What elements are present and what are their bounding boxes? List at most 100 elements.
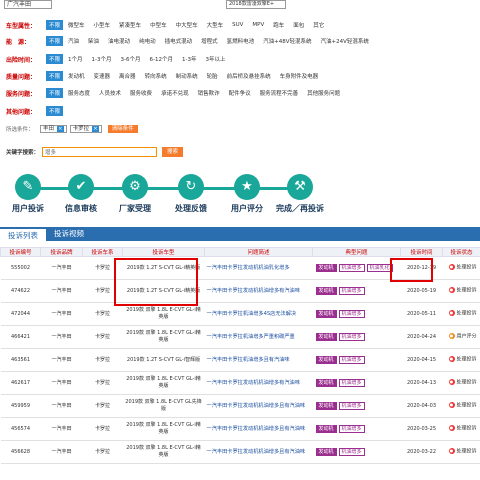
cell-brief-link[interactable]: 一汽丰田卡罗拉机油增多严重积碳严重 <box>204 325 313 349</box>
filter-unlimited-button[interactable]: 不限 <box>46 36 64 46</box>
filter-option[interactable]: MPV <box>252 22 264 28</box>
filter-option[interactable]: 车身附件及电器 <box>280 72 319 80</box>
filter-option[interactable]: 纯电动 <box>139 37 156 45</box>
chip-brand[interactable]: 丰田 × <box>40 125 67 133</box>
issue-tag[interactable]: 机油增多 <box>338 379 365 387</box>
issue-tag[interactable]: 发动机 <box>315 379 337 387</box>
filter-option[interactable]: 汽油 <box>68 37 79 45</box>
keyword-input[interactable]: 增多 <box>42 147 157 157</box>
issue-tag[interactable]: 机油增多 <box>338 333 365 341</box>
issue-tag[interactable]: 机油增多 <box>338 448 365 456</box>
filter-unlimited-button[interactable]: 不限 <box>46 88 64 98</box>
cell-brief-link[interactable]: 一汽丰田卡罗拉发动机机油乳化增多 <box>204 256 313 280</box>
filter-option[interactable]: 油电混动 <box>108 37 130 45</box>
filter-option[interactable]: 发动机 <box>68 72 85 80</box>
issue-tag[interactable]: 发动机 <box>315 287 337 295</box>
brand-select[interactable]: 广汽丰田 <box>4 0 52 9</box>
table-row[interactable]: 459959 一汽丰田 卡罗拉 2019款 双擎 1.8L E-CVT GL先锋版 一汽… <box>0 394 480 418</box>
filter-option[interactable]: 1个月 <box>68 55 83 63</box>
filter-option[interactable]: 1-3年 <box>182 55 196 63</box>
filter-option[interactable]: 1-3个月 <box>92 55 112 63</box>
cell-brief-link[interactable]: 一汽丰田卡罗拉机油增多且有汽油味 <box>204 348 313 372</box>
filter-option[interactable]: 销售欺诈 <box>198 89 220 97</box>
filter-row: 质量问题： 不限 发动机 变速器 离合器 转向系统 制动系统 轮胎 前后桥及悬挂系统 车身附件及电… <box>6 69 327 83</box>
filter-row: 车型属性： 不限 微型车 小型车 紧凑型车 中型车 中大型车 大型车 SUV MPV 跑车 面包 其它 <box>6 18 333 32</box>
issue-tag[interactable]: 发动机 <box>315 425 337 433</box>
filter-option[interactable]: 大型车 <box>207 21 224 29</box>
filter-unlimited-button[interactable]: 不限 <box>46 20 64 30</box>
filter-option[interactable]: 服务收费 <box>130 89 152 97</box>
filter-unlimited-button[interactable]: 不限 <box>46 106 64 116</box>
filter-option[interactable]: 转向系统 <box>145 72 167 80</box>
clear-conditions-button[interactable]: 清除条件 <box>107 125 138 133</box>
filter-option[interactable]: 中大型车 <box>176 21 198 29</box>
table-row[interactable]: 474622 一汽丰田 卡罗拉 2019款 1.2T S-CVT GL-i精英版 一汽丰… <box>0 279 480 303</box>
filter-option[interactable]: 汽油+24V轻混系统 <box>321 37 369 45</box>
table-row[interactable]: 462617 一汽丰田 卡罗拉 2019款 双擎 1.8L E-CVT GL-i精英版… <box>0 371 480 395</box>
filter-option[interactable]: SUV <box>232 22 243 28</box>
cell-brief-link[interactable]: 一汽丰田卡罗拉发动机机油增多有汽油味 <box>204 371 313 395</box>
close-icon[interactable]: × <box>92 126 99 132</box>
cell-brief-link[interactable]: 一汽丰田卡罗拉发动机机油增多且有汽油味 <box>204 417 313 441</box>
column-header: 投诉品牌 <box>40 247 83 257</box>
filter-option[interactable]: 承诺不兑现 <box>161 89 189 97</box>
filter-option[interactable]: 6-12个月 <box>149 55 172 63</box>
filter-unlimited-button[interactable]: 不限 <box>46 54 64 64</box>
issue-tag[interactable]: 发动机 <box>315 402 337 410</box>
cell-brief-link[interactable]: 一汽丰田卡罗拉发动机机油增多且有汽油味 <box>204 440 313 464</box>
tab-complaint-list[interactable]: 投诉列表 <box>0 227 46 241</box>
cell-series: 卡罗拉 <box>82 440 123 464</box>
filter-option[interactable]: 面包 <box>293 21 304 29</box>
issue-tag[interactable]: 发动机 <box>315 264 337 272</box>
status-text: 处理投诉 <box>456 402 477 409</box>
issue-tag[interactable]: 发动机 <box>315 448 337 456</box>
issue-tag[interactable]: 机油增多 <box>338 310 365 318</box>
cell-brief-link[interactable]: 一汽丰田卡罗拉机油增多4S店无法解决 <box>204 302 313 326</box>
filter-option[interactable]: 离合器 <box>119 72 136 80</box>
table-row[interactable]: 456574 一汽丰田 卡罗拉 2019款 双擎 1.8L E-CVT GL-i精英版… <box>0 417 480 441</box>
issue-tag[interactable]: 发动机 <box>315 310 337 318</box>
filter-option[interactable]: 跑车 <box>273 21 284 29</box>
filter-option[interactable]: 变速器 <box>94 72 111 80</box>
filter-option[interactable]: 前后桥及悬挂系统 <box>227 72 271 80</box>
filter-option[interactable]: 氢燃料电池 <box>227 37 255 45</box>
table-row[interactable]: 466421 一汽丰田 卡罗拉 2019款 双擎 1.8L E-CVT GL-i精英版… <box>0 325 480 349</box>
filter-option[interactable]: 其他服务问题 <box>307 89 340 97</box>
cell-brief-link[interactable]: 一汽丰田卡罗拉发动机机油增多且有汽油味 <box>204 394 313 418</box>
filter-option[interactable]: 小型车 <box>94 21 111 29</box>
table-row[interactable]: 472044 一汽丰田 卡罗拉 2019款 双擎 1.8L E-CVT GL-i精英版… <box>0 302 480 326</box>
filter-option[interactable]: 汽油+48V轻混系统 <box>263 37 311 45</box>
filter-option[interactable]: 微型车 <box>68 21 85 29</box>
filter-option[interactable]: 轮胎 <box>207 72 218 80</box>
search-button[interactable]: 搜索 <box>162 147 184 157</box>
issue-tag[interactable]: 机油乳化 <box>366 264 393 272</box>
issue-tag[interactable]: 机油增多 <box>338 425 365 433</box>
issue-tag[interactable]: 机油增多 <box>338 402 365 410</box>
table-row[interactable]: 463561 一汽丰田 卡罗拉 2019款 1.2T S-CVT GL-i智辉版 一汽丰… <box>0 348 480 372</box>
filter-option[interactable]: 制动系统 <box>176 72 198 80</box>
filter-option[interactable]: 插电式混动 <box>165 37 193 45</box>
close-icon[interactable]: × <box>57 126 64 132</box>
issue-tag[interactable]: 机油增多 <box>338 264 365 272</box>
filter-option[interactable]: 3年以上 <box>205 55 225 63</box>
filter-option[interactable]: 其它 <box>313 21 324 29</box>
filter-option[interactable]: 配件争议 <box>229 89 251 97</box>
filter-option[interactable]: 服务态度 <box>68 89 90 97</box>
issue-tag[interactable]: 机油增多 <box>338 356 365 364</box>
filter-option[interactable]: 服务流程不完善 <box>260 89 299 97</box>
filter-option[interactable]: 中型车 <box>150 21 167 29</box>
filter-option[interactable]: 增程式 <box>201 37 218 45</box>
filter-unlimited-button[interactable]: 不限 <box>46 71 64 81</box>
filter-option[interactable]: 柴油 <box>88 37 99 45</box>
cell-brief-link[interactable]: 一汽丰田卡罗拉发动机机油增多有汽油味 <box>204 279 313 303</box>
issue-tag[interactable]: 发动机 <box>315 356 337 364</box>
model-select[interactable]: 2018款雷凌双擎E+ <box>226 0 286 9</box>
filter-option[interactable]: 紧凑型车 <box>119 21 141 29</box>
chip-series[interactable]: 卡罗拉 × <box>69 125 102 133</box>
tab-complaint-video[interactable]: 投诉视频 <box>46 227 92 241</box>
filter-option[interactable]: 3-6个月 <box>121 55 141 63</box>
issue-tag[interactable]: 机油增多 <box>338 287 365 295</box>
issue-tag[interactable]: 发动机 <box>315 333 337 341</box>
filter-option[interactable]: 人员技术 <box>99 89 121 97</box>
table-row[interactable]: 456628 一汽丰田 卡罗拉 2019款 双擎 1.8L E-CVT GL-i精英版… <box>0 440 480 464</box>
